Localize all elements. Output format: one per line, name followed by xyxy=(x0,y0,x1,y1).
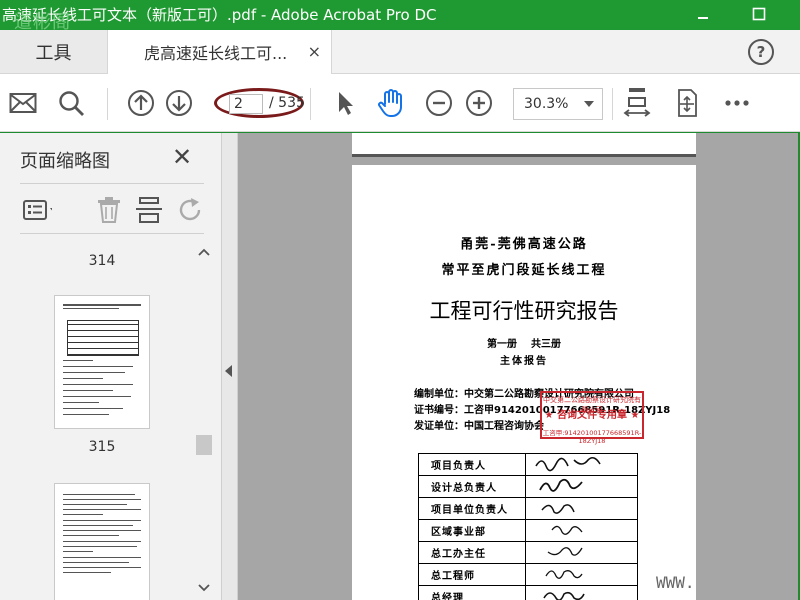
doc-line-2: 常平至虎门段延长线工程 xyxy=(441,263,607,278)
role-cell: 设计总负责人 xyxy=(417,475,527,498)
tab-tools[interactable]: 工具 xyxy=(0,30,108,73)
delete-icon[interactable] xyxy=(94,195,124,225)
table-row: 项目单位负责人 xyxy=(417,497,638,520)
full-screen-icon[interactable] xyxy=(672,88,702,118)
tab-bar: 工具 虎高速延长线工可... × ? xyxy=(0,30,800,74)
maximize-icon[interactable] xyxy=(746,2,772,26)
stamp-main-text: ★ 咨询文件专用章 ★ xyxy=(544,410,640,421)
signature-cell xyxy=(525,563,638,586)
zoom-value: 30.3% xyxy=(524,96,569,112)
doc-info-line: 发证单位：中国工程咨询协会 xyxy=(414,421,544,432)
page-number-input[interactable] xyxy=(229,94,263,114)
previous-page-edge xyxy=(352,133,696,157)
select-cursor-icon[interactable] xyxy=(330,88,360,118)
extract-icon[interactable] xyxy=(134,195,164,225)
chevron-down-icon xyxy=(584,101,594,107)
thumbnail-scrollbar[interactable] xyxy=(194,245,214,595)
minimize-icon[interactable] xyxy=(690,2,716,26)
table-row: 区域事业部 xyxy=(417,519,638,542)
page-number-highlight: / 535 xyxy=(214,88,305,118)
next-page-icon[interactable] xyxy=(164,88,194,118)
doc-volume: 第一册 共三册 xyxy=(487,339,561,350)
page-thumbnail[interactable] xyxy=(54,483,150,600)
doc-line-1: 甬莞-莞佛高速公路 xyxy=(460,237,588,252)
pdf-page: 甬莞-莞佛高速公路 常平至虎门段延长线工程 工程可行性研究报告 第一册 共三册 … xyxy=(352,165,696,600)
thumbnail-page-label: 314 xyxy=(88,253,116,269)
signature-cell xyxy=(525,453,638,476)
tab-tools-label: 工具 xyxy=(35,42,72,64)
zoom-out-icon[interactable] xyxy=(424,88,454,118)
title-bar: 高速延长线工可文本（新版工可）.pdf - Adobe Acrobat Pro … xyxy=(0,0,800,33)
panel-title: 页面缩略图 xyxy=(20,151,110,172)
panel-divider xyxy=(20,183,204,184)
document-viewer[interactable]: 甬莞-莞佛高速公路 常平至虎门段延长线工程 工程可行性研究报告 第一册 共三册 … xyxy=(238,133,798,600)
help-icon[interactable]: ? xyxy=(748,39,774,65)
table-row: 设计总负责人 xyxy=(417,475,638,498)
more-icon[interactable] xyxy=(722,88,752,118)
collapse-panel-handle[interactable] xyxy=(222,133,238,600)
signature-cell xyxy=(525,541,638,564)
role-cell: 总经理 xyxy=(417,585,527,600)
scrollbar-thumb[interactable] xyxy=(196,435,212,455)
table-row: 项目负责人 xyxy=(417,453,638,476)
signature-table: 项目负责人 设计总负责人 项目单位负责人 区域事业部 总工办主任 总工程师 总经… xyxy=(417,453,638,600)
scroll-up-icon[interactable] xyxy=(198,245,210,259)
role-cell: 总工程师 xyxy=(417,563,527,586)
tab-document[interactable]: 虎高速延长线工可... × xyxy=(108,30,332,74)
signature-cell xyxy=(525,519,638,542)
toolbar: / 535 30.3% xyxy=(0,74,800,132)
options-icon[interactable] xyxy=(22,195,52,225)
page-total: / 535 xyxy=(269,95,305,111)
hand-tool-icon[interactable] xyxy=(376,88,406,118)
role-cell: 项目单位负责人 xyxy=(417,497,527,520)
toolbar-separator xyxy=(612,88,613,120)
close-panel-icon[interactable]: ✕ xyxy=(172,143,192,171)
table-row: 总工程师 xyxy=(417,563,638,586)
thumbnail-page-label: 315 xyxy=(88,439,116,455)
rotate-icon[interactable] xyxy=(176,195,206,225)
toolbar-separator xyxy=(107,88,108,120)
doc-subtitle: 主体报告 xyxy=(500,356,548,367)
page-thumbnails-panel: 页面缩略图 ✕ 314 315 xyxy=(0,133,222,600)
signature-cell xyxy=(525,585,638,600)
zoom-in-icon[interactable] xyxy=(464,88,494,118)
signature-cell xyxy=(525,497,638,520)
doc-heading: 工程可行性研究报告 xyxy=(429,299,619,323)
page-thumbnail[interactable] xyxy=(54,295,150,429)
zoom-dropdown[interactable]: 30.3% xyxy=(513,88,603,120)
role-cell: 区域事业部 xyxy=(417,519,527,542)
table-row: 总经理 xyxy=(417,585,638,600)
panel-divider xyxy=(20,233,204,234)
prev-page-icon[interactable] xyxy=(126,88,156,118)
close-tab-icon[interactable]: × xyxy=(308,42,321,61)
company-stamp: 中交第二公路勘察设计研究院有限公司 ★ 咨询文件专用章 ★ 工咨甲:914201… xyxy=(540,391,644,445)
signature-cell xyxy=(525,475,638,498)
stamp-bottom-text: 工咨甲:91420100177668591R-18ZYJ18 xyxy=(542,429,642,445)
role-cell: 总工办主任 xyxy=(417,541,527,564)
scroll-down-icon[interactable] xyxy=(198,581,210,595)
collapse-arrow-icon xyxy=(225,365,232,377)
tab-document-label: 虎高速延长线工可... xyxy=(144,44,288,63)
role-cell: 项目负责人 xyxy=(417,453,527,476)
mail-icon[interactable] xyxy=(8,88,38,118)
toolbar-separator xyxy=(310,88,311,120)
fit-width-icon[interactable] xyxy=(622,88,652,118)
search-icon[interactable] xyxy=(56,88,86,118)
table-row: 总工办主任 xyxy=(417,541,638,564)
site-watermark: WWW. xyxy=(656,573,695,592)
